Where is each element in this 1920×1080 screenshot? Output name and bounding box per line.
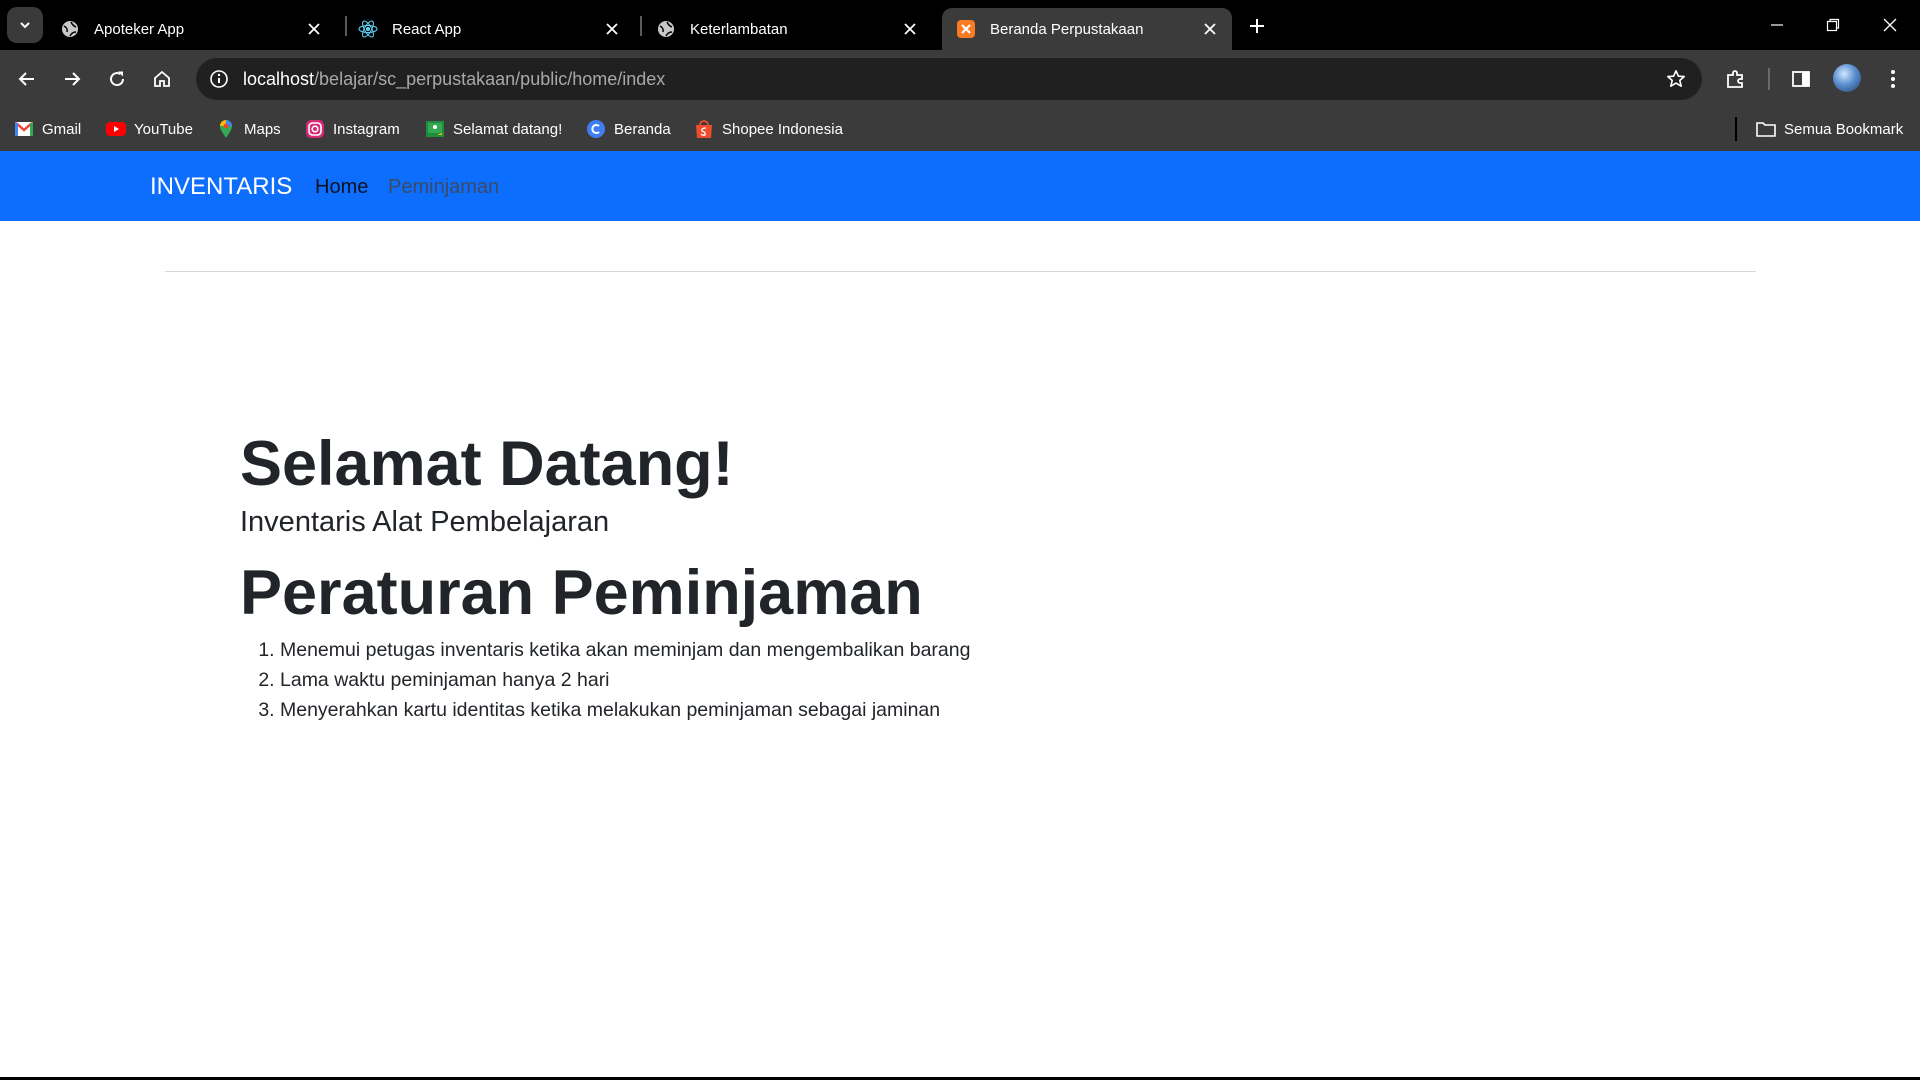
close-icon[interactable]	[600, 17, 624, 41]
url-host: localhost	[243, 68, 315, 89]
rules-heading: Peraturan Peminjaman	[240, 558, 923, 628]
site-info-icon[interactable]	[201, 61, 237, 97]
tab-beranda-perpustakaan[interactable]: Beranda Perpustakaan	[942, 8, 1232, 50]
star-icon	[1667, 70, 1685, 87]
tab-title: React App	[392, 20, 462, 38]
browser-menu-button[interactable]	[1876, 62, 1910, 96]
bookmark-label: Shopee Indonesia	[722, 120, 843, 138]
tab-search-button[interactable]	[7, 7, 43, 43]
navbar-brand[interactable]: INVENTARIS	[150, 173, 292, 201]
globe-icon	[60, 19, 80, 39]
rule-item: Menemui petugas inventaris ketika akan m…	[280, 635, 970, 665]
close-icon[interactable]	[898, 17, 922, 41]
site-navbar: INVENTARIS Home Peminjaman	[0, 151, 1920, 221]
home-icon	[154, 70, 170, 87]
all-bookmarks-folder[interactable]: Semua Bookmark	[1756, 117, 1903, 141]
forward-button[interactable]	[55, 62, 89, 96]
puzzle-icon	[1727, 70, 1743, 88]
bookmark-instagram[interactable]: Instagram	[305, 117, 400, 141]
close-icon[interactable]	[302, 17, 326, 41]
bookmarks-bar: Gmail YouTube Maps Instagram Selamat dat…	[0, 107, 1920, 151]
bookmark-label: Semua Bookmark	[1784, 120, 1904, 138]
bookmark-label: Maps	[244, 120, 281, 138]
nav-link-home[interactable]: Home	[315, 176, 368, 199]
bookmark-youtube[interactable]: YouTube	[106, 117, 193, 141]
canva-icon	[586, 119, 606, 139]
xampp-icon	[956, 19, 976, 39]
bookmark-label: Instagram	[333, 120, 400, 138]
web-page: INVENTARIS Home Peminjaman Selamat Datan…	[0, 151, 1920, 1077]
youtube-icon	[106, 119, 126, 139]
profile-avatar[interactable]	[1833, 64, 1861, 92]
arrow-right-icon	[65, 72, 81, 86]
bookmark-label: Selamat datang!	[453, 120, 563, 138]
tab-strip: Apoteker App React App Keterlambatan Ber…	[0, 0, 1920, 50]
globe-icon	[656, 19, 676, 39]
chevron-down-icon	[20, 22, 30, 29]
close-window-button[interactable]	[1875, 10, 1905, 40]
home-button[interactable]	[145, 62, 179, 96]
reload-icon	[110, 71, 125, 87]
browser-toolbar: localhost/belajar/sc_perpustakaan/public…	[0, 50, 1920, 107]
new-tab-button[interactable]	[1243, 12, 1271, 40]
bookmark-shopee[interactable]: Shopee Indonesia	[694, 117, 843, 141]
divider	[165, 271, 1756, 272]
side-panel-icon	[1792, 71, 1810, 87]
bookmark-label: YouTube	[134, 120, 193, 138]
classroom-icon	[425, 119, 445, 139]
tab-title: Apoteker App	[94, 20, 185, 38]
address-url: localhost/belajar/sc_perpustakaan/public…	[243, 69, 665, 90]
restore-button[interactable]	[1818, 10, 1848, 40]
tab-title: Beranda Perpustakaan	[990, 20, 1144, 38]
nav-link-peminjaman[interactable]: Peminjaman	[388, 176, 499, 199]
bookmark-gmail[interactable]: Gmail	[14, 117, 81, 141]
instagram-icon	[305, 119, 325, 139]
page-subtitle: Inventaris Alat Pembelajaran	[240, 506, 610, 538]
url-path: /belajar/sc_perpustakaan/public/home/ind…	[314, 68, 666, 89]
extensions-button[interactable]	[1719, 62, 1753, 96]
gmail-icon	[14, 119, 34, 139]
close-icon	[1883, 18, 1897, 32]
bookmark-label: Gmail	[42, 120, 82, 138]
minimize-icon	[1771, 24, 1783, 26]
arrow-left-icon	[18, 72, 34, 86]
bookmark-label: Beranda	[614, 120, 671, 138]
shopee-icon	[694, 119, 714, 139]
reload-button[interactable]	[100, 62, 134, 96]
rules-list: Menemui petugas inventaris ketika akan m…	[240, 635, 970, 725]
more-vertical-icon	[1891, 70, 1895, 88]
toolbar-divider	[1768, 68, 1770, 90]
bookmark-selamat-datang[interactable]: Selamat datang!	[425, 117, 562, 141]
bookmark-star-button[interactable]	[1660, 63, 1692, 95]
rule-item: Menyerahkan kartu identitas ketika melak…	[280, 695, 970, 725]
restore-icon	[1826, 18, 1840, 32]
tab-react-app[interactable]: React App	[344, 8, 634, 50]
react-icon	[358, 19, 378, 39]
side-panel-button[interactable]	[1784, 62, 1818, 96]
address-bar[interactable]: localhost/belajar/sc_perpustakaan/public…	[196, 58, 1702, 100]
close-icon[interactable]	[1198, 17, 1222, 41]
tab-title: Keterlambatan	[690, 20, 788, 38]
page-title: Selamat Datang!	[240, 429, 734, 499]
minimize-button[interactable]	[1762, 10, 1792, 40]
plus-icon	[1250, 19, 1264, 33]
tab-apoteker-app[interactable]: Apoteker App	[46, 8, 336, 50]
bookmark-maps[interactable]: Maps	[216, 117, 281, 141]
main-content: Selamat Datang! Inventaris Alat Pembelaj…	[240, 426, 970, 725]
back-button[interactable]	[10, 62, 44, 96]
maps-icon	[216, 119, 236, 139]
folder-icon	[1756, 119, 1776, 139]
bookmarks-separator	[1735, 117, 1737, 141]
bookmark-beranda[interactable]: Beranda	[586, 117, 671, 141]
rule-item: Lama waktu peminjaman hanya 2 hari	[280, 665, 970, 695]
tab-keterlambatan[interactable]: Keterlambatan	[642, 8, 932, 50]
